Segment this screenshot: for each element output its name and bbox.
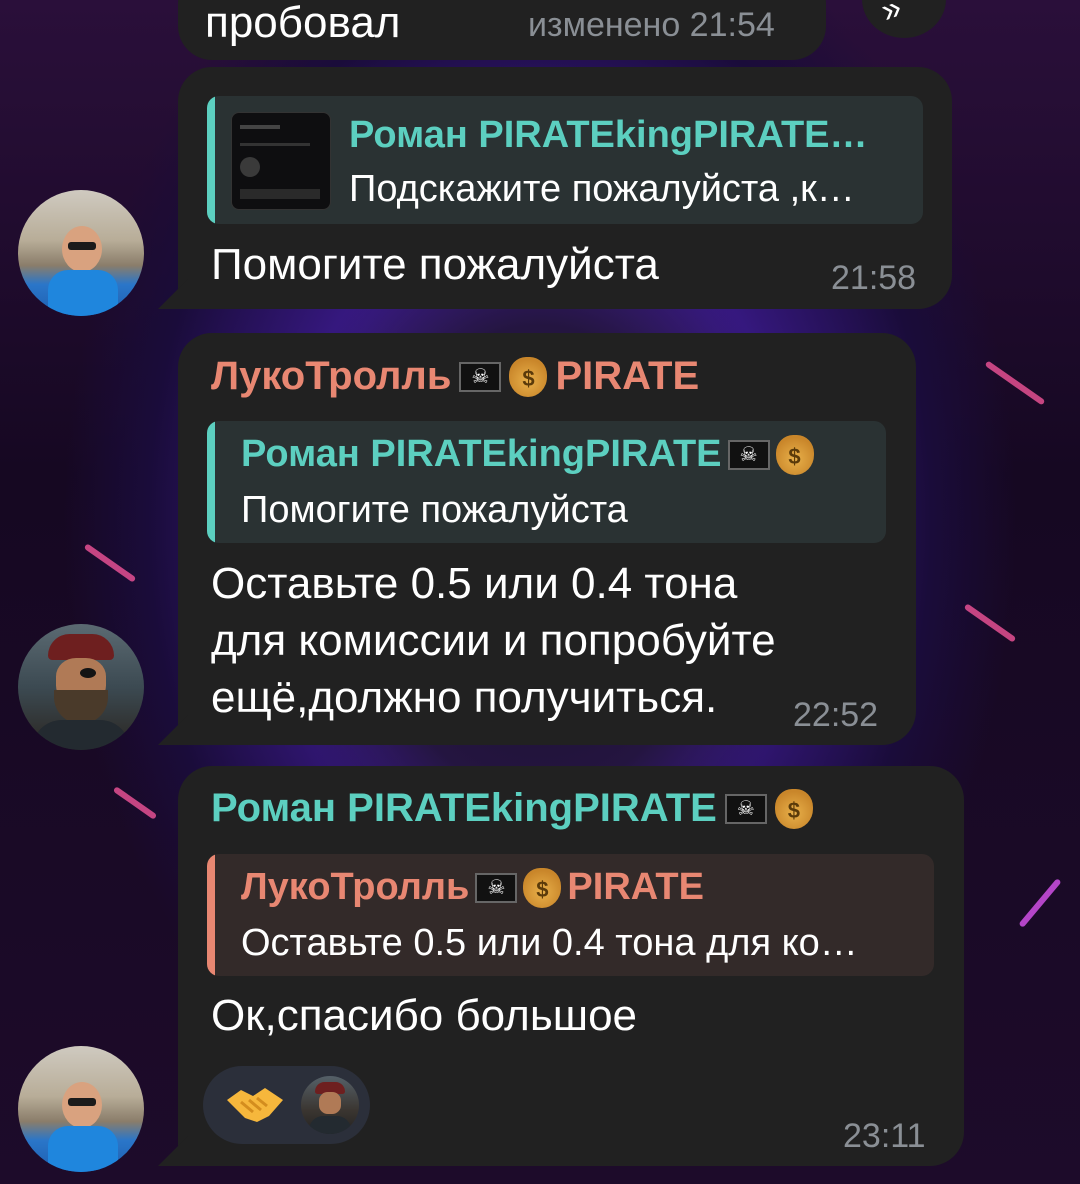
user-photo-avatar[interactable] — [18, 190, 144, 316]
handshake-icon — [223, 1078, 287, 1130]
reactor-avatar — [301, 1076, 359, 1134]
money-bag-icon: $ — [775, 434, 814, 475]
money-bag-icon: $ — [774, 788, 813, 829]
pirate-flag-icon: ☠ — [459, 361, 502, 392]
reply-accent-bar — [207, 96, 215, 224]
user-photo-avatar[interactable] — [18, 1046, 144, 1172]
background-streak — [83, 543, 137, 583]
pirate-flag-icon: ☠ — [475, 872, 518, 903]
pirate-flag-icon: ☠ — [727, 439, 770, 470]
background-streak — [1018, 878, 1062, 928]
message-time: изменено 21:54 — [528, 6, 775, 44]
reply-preview[interactable]: Роман PIRATEkingPIRATE… Подскажите пожал… — [207, 96, 923, 224]
forward-icon: » — [875, 0, 907, 31]
reply-text: Подскажите пожалуйста ,к… — [349, 168, 855, 210]
sender-name[interactable]: Роман PIRATEkingPIRATE ☠ $ — [211, 786, 813, 831]
reply-accent-bar — [207, 421, 215, 543]
reply-accent-bar — [207, 854, 215, 976]
money-bag-icon: $ — [523, 867, 562, 908]
background-streak — [112, 786, 158, 820]
message-line: для комиссии и попробуйте — [211, 616, 776, 665]
bubble-tail — [158, 1136, 188, 1166]
message-line: Оставьте 0.5 или 0.4 тона — [211, 559, 738, 608]
bubble-tail — [158, 715, 188, 745]
reply-preview[interactable]: Роман PIRATEkingPIRATE ☠ $ Помогите пожа… — [207, 421, 886, 543]
reply-text: Оставьте 0.5 или 0.4 тона для ко… — [241, 922, 858, 964]
pirate-flag-icon: ☠ — [724, 793, 767, 824]
message-line: ещё,должно получиться. — [211, 673, 718, 722]
sender-name[interactable]: ЛукоТролль ☠ $ PIRATE — [211, 354, 699, 399]
message-text: Ок,спасибо большое — [211, 991, 638, 1040]
message-text: Помогите пожалуйста — [211, 240, 659, 289]
bubble-tail — [158, 279, 188, 309]
reply-thumbnail — [231, 112, 331, 210]
reply-text: Помогите пожалуйста — [241, 489, 628, 531]
reaction-chip[interactable] — [203, 1066, 370, 1144]
reply-sender-name: ЛукоТролль ☠ $ PIRATE — [241, 866, 704, 908]
message-time: 22:52 — [793, 696, 879, 734]
reply-preview[interactable]: ЛукоТролль ☠ $ PIRATE Оставьте 0.5 или 0… — [207, 854, 934, 976]
reply-sender-name: Роман PIRATEkingPIRATE ☠ $ — [241, 433, 814, 476]
pirate-avatar[interactable] — [18, 624, 144, 750]
background-streak — [984, 360, 1046, 406]
background-streak — [963, 603, 1017, 643]
money-bag-icon: $ — [509, 356, 548, 397]
reply-sender-name: Роман PIRATEkingPIRATE… — [349, 114, 868, 156]
message-text: пробовал — [205, 0, 401, 47]
message-time: 21:58 — [831, 259, 917, 297]
forward-button[interactable]: » — [862, 0, 946, 38]
message-time: 23:11 — [843, 1117, 926, 1155]
